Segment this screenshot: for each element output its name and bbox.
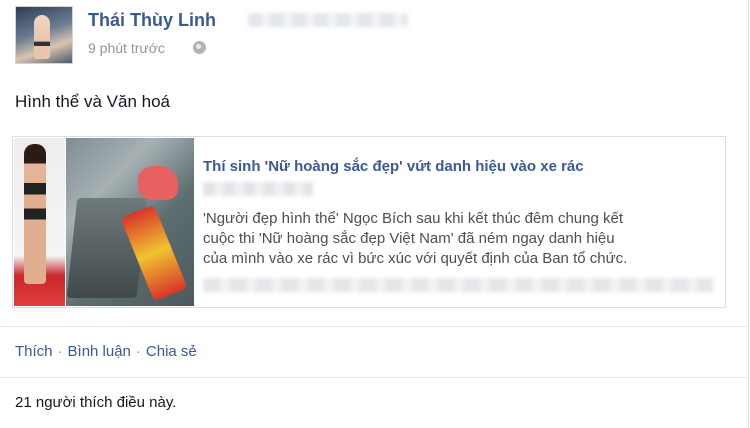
globe-icon[interactable] xyxy=(193,41,206,54)
post-actions-bar: Thích · Bình luận · Chia sẻ xyxy=(15,343,197,360)
likes-summary[interactable]: 21 người thích điều này. xyxy=(15,394,176,411)
facebook-post-card: Thái Thùy Linh 9 phút trước Hình thể và … xyxy=(0,0,749,428)
description-line: của mình vào xe rác vì bức xúc với quyết… xyxy=(203,250,628,267)
link-thumbnail-model[interactable] xyxy=(14,138,65,306)
actions-divider xyxy=(0,326,748,327)
thumbnail-bag xyxy=(138,166,178,200)
description-line: cuộc thi 'Nữ hoàng sắc đẹp Việt Nam' đã … xyxy=(203,230,615,247)
avatar-figure xyxy=(34,15,50,59)
action-separator: · xyxy=(57,343,63,360)
description-line: 'Người đẹp hình thể' Ngọc Bích sau khi k… xyxy=(203,210,624,227)
post-timestamp[interactable]: 9 phút trước xyxy=(88,40,165,56)
link-thumbnail-trash-cart[interactable] xyxy=(66,138,194,306)
redacted-text-blur xyxy=(248,13,408,27)
like-button[interactable]: Thích xyxy=(15,343,53,360)
share-button[interactable]: Chia sẻ xyxy=(146,343,197,360)
link-preview-title[interactable]: Thí sinh 'Nữ hoàng sắc đẹp' vứt danh hiệ… xyxy=(203,158,713,175)
thumbnail-figure xyxy=(24,144,46,284)
link-preview-description: 'Người đẹp hình thể' Ngọc Bích sau khi k… xyxy=(203,209,718,269)
author-avatar[interactable] xyxy=(15,6,73,64)
post-status-text: Hình thể và Văn hoá xyxy=(15,92,171,111)
link-preview[interactable]: Thí sinh 'Nữ hoàng sắc đẹp' vứt danh hiệ… xyxy=(12,136,726,308)
likes-divider xyxy=(0,377,748,378)
link-source-blur xyxy=(203,182,313,196)
action-separator: · xyxy=(135,343,141,360)
description-blur xyxy=(203,278,713,292)
comment-button[interactable]: Bình luận xyxy=(68,343,131,360)
author-name-link[interactable]: Thái Thùy Linh xyxy=(88,10,216,31)
